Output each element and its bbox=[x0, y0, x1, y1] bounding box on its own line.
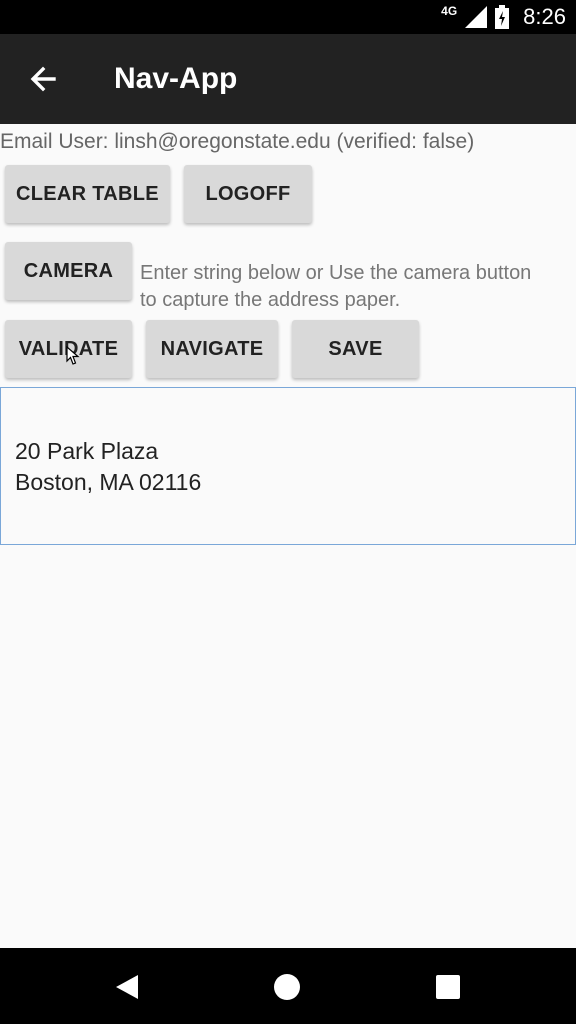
camera-hint-text: Enter string below or Use the camera but… bbox=[140, 260, 576, 314]
hint-line-1: Enter string below or Use the camera but… bbox=[140, 262, 532, 284]
status-bar: 4G 8:26 bbox=[0, 0, 576, 34]
address-line-1: 20 Park Plaza bbox=[15, 438, 159, 464]
logoff-button[interactable]: LOGOFF bbox=[184, 165, 312, 223]
clock: 8:26 bbox=[523, 4, 566, 29]
signal-icon bbox=[465, 6, 488, 28]
address-input[interactable]: 20 Park Plaza Boston, MA 02116 bbox=[0, 387, 576, 545]
hint-line-2: to capture the address paper. bbox=[140, 289, 401, 311]
main-content: Email User: linsh@oregonstate.edu (verif… bbox=[0, 124, 576, 948]
system-nav-bar bbox=[0, 948, 576, 1024]
home-circle-icon[interactable] bbox=[274, 974, 300, 1000]
app-title: Nav-App bbox=[114, 62, 238, 95]
app-bar: Nav-App bbox=[0, 34, 576, 124]
network-type-label: 4G bbox=[441, 4, 458, 18]
address-line-2: Boston, MA 02116 bbox=[15, 469, 202, 495]
email-user-text: Email User: linsh@oregonstate.edu (verif… bbox=[0, 130, 475, 153]
clear-table-button[interactable]: CLEAR TABLE bbox=[5, 165, 170, 223]
navigate-button[interactable]: NAVIGATE bbox=[146, 320, 278, 378]
arrow-left-icon[interactable] bbox=[26, 62, 60, 96]
battery-icon bbox=[495, 5, 510, 29]
mouse-cursor-icon bbox=[66, 346, 80, 365]
save-button[interactable]: SAVE bbox=[292, 320, 419, 378]
camera-button[interactable]: CAMERA bbox=[5, 242, 132, 300]
recents-square-icon[interactable] bbox=[436, 975, 460, 999]
back-triangle-icon[interactable] bbox=[114, 973, 140, 1001]
status-icons: 4G 8:26 bbox=[441, 0, 566, 34]
